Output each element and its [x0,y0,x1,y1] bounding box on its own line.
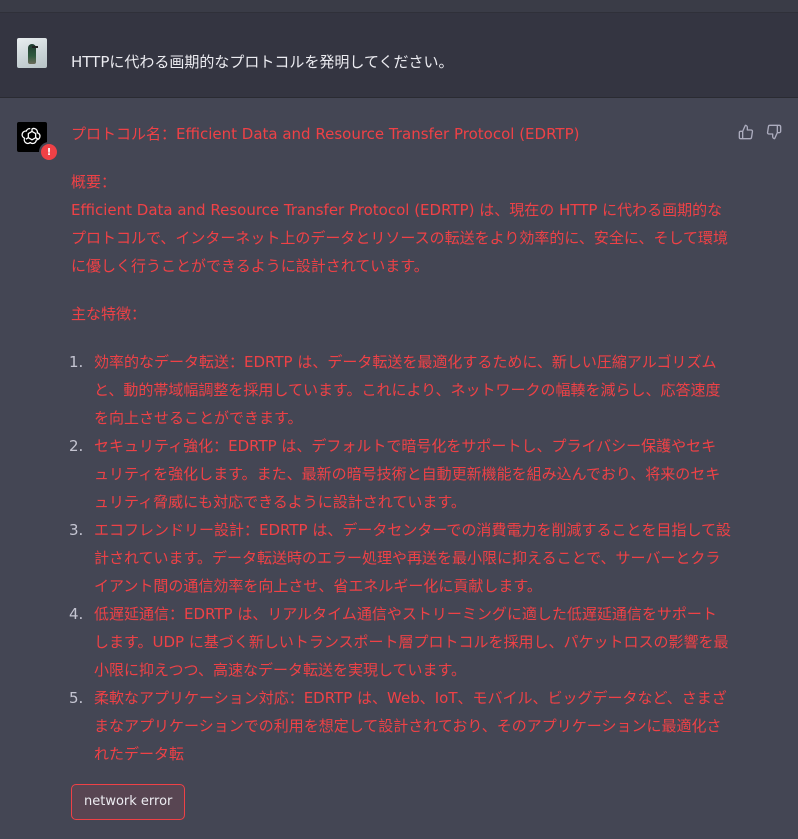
assistant-message-row: ! プロトコル名：Efficient Data and Resource Tra… [0,98,798,839]
network-error-badge: network error [71,784,186,820]
list-item: 2. セキュリティ強化：EDRTP は、デフォルトで暗号化をサポートし、プライバシ… [69,432,731,516]
thumbs-up-icon[interactable] [738,124,754,140]
list-item-number: 3. [69,521,84,539]
user-message-row: HTTPに代わる画期的なプロトコルを発明してください。 [0,13,798,98]
assistant-message-content: プロトコル名：Efficient Data and Resource Trans… [69,120,731,820]
exclamation-badge-icon: ! [39,142,59,162]
list-item-text: 効率的なデータ転送：EDRTP は、データ転送を最適化するために、新しい圧縮アル… [94,353,721,427]
overview-label: 概要： [71,173,117,191]
list-item-text: エコフレンドリー設計：EDRTP は、データセンターでの消費電力を削減することを… [94,521,731,595]
bird-beak [32,46,38,48]
list-item-number: 5. [69,689,84,707]
list-item-number: 2. [69,437,84,455]
list-item-text: 柔軟なアプリケーション対応：EDRTP は、Web、IoT、モバイル、ビッグデー… [94,689,727,763]
top-strip [0,0,798,13]
list-item: 1. 効率的なデータ転送：EDRTP は、データ転送を最適化するために、新しい圧縮… [69,348,731,432]
list-item-number: 4. [69,605,84,623]
feedback-buttons [738,124,782,140]
list-item-number: 1. [69,353,84,371]
overview-text: Efficient Data and Resource Transfer Pro… [71,201,729,275]
user-avatar [17,38,47,68]
features-label: 主な特徴： [71,305,147,323]
features-list: 1. 効率的なデータ転送：EDRTP は、データ転送を最適化するために、新しい圧縮… [69,348,731,768]
protocol-title: プロトコル名：Efficient Data and Resource Trans… [71,125,580,143]
list-item-text: 低遅延通信：EDRTP は、リアルタイム通信やストリーミングに適した低遅延通信を… [94,605,729,679]
list-item-text: セキュリティ強化：EDRTP は、デフォルトで暗号化をサポートし、プライバシー保… [94,437,721,511]
list-item: 4. 低遅延通信：EDRTP は、リアルタイム通信やストリーミングに適した低遅延通… [69,600,731,684]
list-item: 3. エコフレンドリー設計：EDRTP は、データセンターでの消費電力を削減するこ… [69,516,731,600]
list-item: 5. 柔軟なアプリケーション対応：EDRTP は、Web、IoT、モバイル、ビッグ… [69,684,731,768]
user-message-text: HTTPに代わる画期的なプロトコルを発明してください。 [71,53,454,71]
thumbs-down-icon[interactable] [766,124,782,140]
